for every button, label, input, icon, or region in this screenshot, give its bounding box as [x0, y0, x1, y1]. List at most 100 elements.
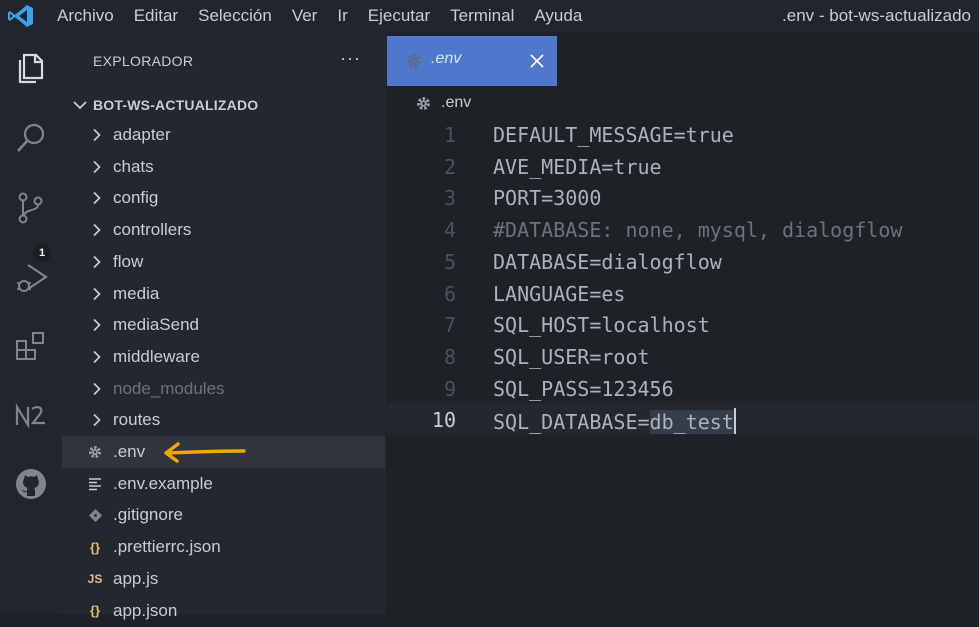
- tree-folder[interactable]: mediaSend: [62, 309, 385, 341]
- title-bar: Archivo Editar Selección Ver Ir Ejecutar Termi…: [0, 0, 979, 32]
- explorer-title: EXPLORADOR: [93, 53, 194, 69]
- tree-folder[interactable]: adapter: [62, 119, 385, 151]
- tree-file[interactable]: {} .prettierrc.json: [62, 531, 385, 563]
- chevron-right-icon: [90, 223, 104, 237]
- line-text: AVE_MEDIA=true: [493, 155, 662, 179]
- menu-item[interactable]: Terminal: [440, 0, 524, 32]
- chevron-right-icon: [90, 287, 104, 301]
- tree-folder[interactable]: middleware: [62, 341, 385, 373]
- code-line[interactable]: 6 LANGUAGE=es: [387, 277, 979, 309]
- chevron-right-icon: [90, 318, 104, 332]
- selected-text: db_test: [649, 410, 734, 435]
- chevron-right-icon: [90, 128, 104, 142]
- tree-item-label: controllers: [113, 220, 192, 240]
- breadcrumb[interactable]: .env: [415, 92, 471, 114]
- tree-item-label: media: [113, 283, 160, 303]
- menu-item[interactable]: Ver: [282, 0, 328, 32]
- tree-folder[interactable]: config: [62, 182, 385, 214]
- chevron-right-icon: [90, 350, 104, 364]
- chevron-down-icon: [73, 101, 87, 110]
- chevron-right-icon: [90, 382, 104, 396]
- line-content: PORT=3000: [493, 186, 602, 211]
- line-text: SQL_PASS=123456: [493, 377, 674, 401]
- line-text: PORT=3000: [493, 186, 601, 210]
- code-line[interactable]: 8 SQL_USER=root: [387, 340, 979, 372]
- editor-area: .env .env 1 DEFAULT_MESSAGE=true 2 AVE_MEDI…: [387, 32, 979, 614]
- tree-folder[interactable]: chats: [62, 151, 385, 183]
- activity-bar: 1: [0, 32, 62, 614]
- run-debug-icon[interactable]: [11, 258, 51, 298]
- code-line[interactable]: 7 SQL_HOST=localhost: [387, 308, 979, 340]
- chevron-right-icon: [90, 413, 104, 427]
- menu-item[interactable]: Ayuda: [524, 0, 592, 32]
- tab-bar: .env: [387, 32, 979, 87]
- more-actions-icon[interactable]: ···: [340, 48, 361, 69]
- files-icon[interactable]: [11, 48, 51, 88]
- tree-file[interactable]: {} app.json: [62, 595, 385, 627]
- line-number: 7: [443, 313, 456, 338]
- tree-file[interactable]: .env.example: [62, 468, 385, 500]
- menu-item[interactable]: Selección: [188, 0, 282, 32]
- tree-item-label: .gitignore: [113, 505, 183, 525]
- gear-icon: [407, 54, 421, 68]
- tab-env[interactable]: .env: [387, 36, 557, 86]
- code-line[interactable]: 5 DATABASE=dialogflow: [387, 245, 979, 277]
- tree-folder[interactable]: controllers: [62, 214, 385, 246]
- tree-item-label: .prettierrc.json: [113, 537, 221, 557]
- window-title: .env - bot-ws-actualizado: [782, 6, 971, 25]
- tree-item-label: adapter: [113, 125, 171, 144]
- line-content: SQL_PASS=123456: [493, 376, 674, 401]
- menu-item[interactable]: Ejecutar: [358, 0, 440, 32]
- tree-file[interactable]: JS app.js: [62, 563, 385, 595]
- json-icon: {}: [89, 603, 101, 618]
- menu-bar: Archivo Editar Selección Ver Ir Ejecutar Termi…: [47, 0, 592, 32]
- code-line[interactable]: 9 SQL_PASS=123456: [387, 372, 979, 404]
- line-text: DEFAULT_MESSAGE=true: [493, 123, 734, 147]
- tree-item-label: routes: [113, 410, 161, 430]
- code-line[interactable]: 3 PORT=3000: [387, 181, 979, 213]
- search-icon[interactable]: [11, 118, 51, 158]
- tree-folder[interactable]: flow: [62, 246, 385, 278]
- code-line[interactable]: 1 DEFAULT_MESSAGE=true: [387, 118, 979, 150]
- menu-item[interactable]: Archivo: [47, 0, 124, 32]
- git-icon: [86, 507, 104, 523]
- close-icon[interactable]: [529, 53, 545, 69]
- menu-item[interactable]: Ir: [327, 0, 357, 32]
- gear-icon: [417, 96, 430, 110]
- tree-file[interactable]: .gitignore: [62, 499, 385, 531]
- nx-icon[interactable]: [11, 396, 51, 436]
- chevron-right-icon: [90, 191, 104, 205]
- line-text: SQL_HOST=localhost: [493, 313, 710, 337]
- text-cursor: [733, 408, 736, 435]
- line-number: 10: [431, 408, 456, 433]
- gear-icon: [86, 444, 104, 460]
- code-line[interactable]: 4 #DATABASE: none, mysql, dialogflow: [387, 213, 979, 245]
- root-folder[interactable]: BOT-WS-ACTUALIZADO: [72, 94, 258, 116]
- tree-item-label: mediaSend: [113, 315, 200, 335]
- tree-folder[interactable]: node_modules: [62, 373, 385, 405]
- line-number: 2: [443, 154, 456, 179]
- chevron-right-icon: [90, 160, 104, 174]
- line-content: DEFAULT_MESSAGE=true: [493, 123, 734, 147]
- line-number: 6: [443, 281, 456, 306]
- code-line[interactable]: 10 SQL_DATABASE=db_test: [387, 403, 979, 436]
- tree-item-label: flow: [113, 251, 144, 271]
- tree-item-label: middleware: [113, 346, 200, 366]
- github-icon[interactable]: [11, 464, 51, 504]
- code-line[interactable]: 2 AVE_MEDIA=true: [387, 150, 979, 182]
- line-text: SQL_USER=root: [493, 345, 650, 369]
- tree-folder[interactable]: routes: [62, 404, 385, 436]
- source-control-icon[interactable]: [11, 188, 51, 228]
- extensions-icon[interactable]: [11, 326, 51, 366]
- line-text: #DATABASE: none, mysql, dialogflow: [493, 218, 902, 242]
- vscode-logo-icon: [8, 5, 33, 27]
- line-content: LANGUAGE=es: [493, 281, 626, 306]
- tree-item-label: .env.example: [113, 473, 213, 493]
- line-content: DATABASE=dialogflow: [493, 249, 722, 274]
- line-text: SQL_DATABASE=db_test: [493, 408, 736, 435]
- menu-item[interactable]: Editar: [124, 0, 188, 32]
- json-icon: {}: [89, 539, 101, 555]
- tree-item-label: chats: [113, 156, 154, 176]
- tree-folder[interactable]: media: [62, 278, 385, 310]
- chevron-right-icon: [90, 255, 104, 269]
